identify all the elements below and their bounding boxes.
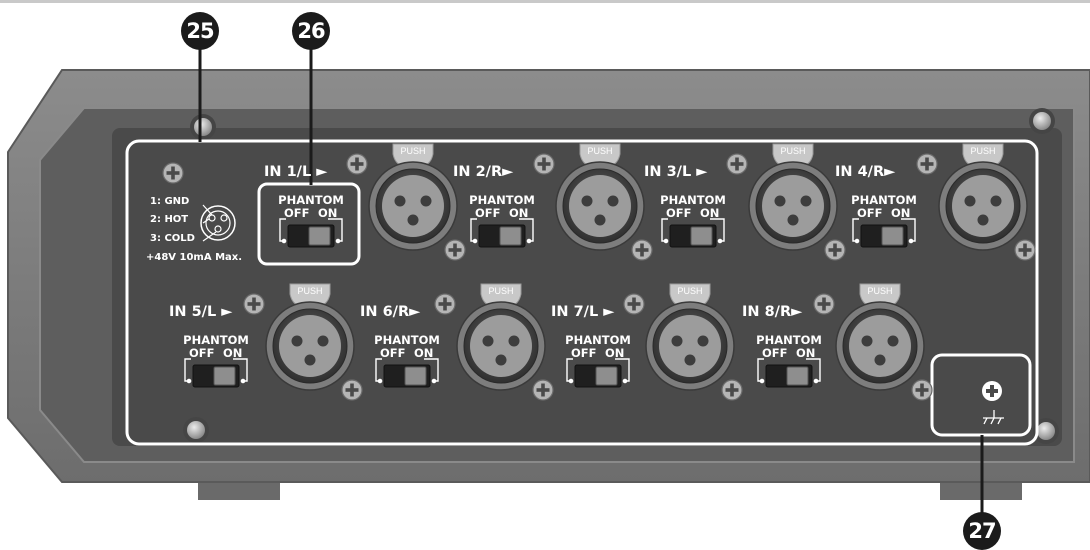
xlr-6-screw-top-plus-icon [434,293,456,315]
xlr-4-push-label: PUSH [970,146,996,156]
xlr-input-2[interactable] [555,161,645,251]
phantom-1-label: PHANTOM [278,193,344,207]
phantom-spec-text: +48V 10mA Max. [146,252,243,263]
xlr-8-push-label: PUSH [867,286,893,296]
phantom-6-off-label: OFF [380,346,406,360]
xlr-1-screw-bottom-plus-icon [444,239,466,261]
phantom-8-off-label: OFF [762,346,788,360]
phantom-3-on-label: ON [700,206,720,220]
phantom-1-on-label: ON [318,206,338,220]
chassis-screw-top-right [1029,108,1055,134]
callout-25: 25 [181,12,219,50]
xlr-5-screw-top-plus-icon [243,293,265,315]
xlr-7-push-label: PUSH [677,286,703,296]
phantom-2-off-label: OFF [475,206,501,220]
channel-1-label: IN 1/L ► [264,164,328,180]
channel-5-label: IN 5/L ► [169,304,233,320]
xlr-5-push-label: PUSH [297,286,323,296]
xlr-input-4[interactable] [938,161,1028,251]
phantom-5-on-label: ON [223,346,243,360]
callout-26: 26 [292,12,330,50]
phantom-switch-4[interactable] [860,224,908,248]
xlr-1-screw-top-plus-icon [346,153,368,175]
xlr-7-screw-bottom-plus-icon [721,379,743,401]
xlr-3-screw-bottom-plus-icon [824,239,846,261]
xlr-input-6[interactable] [456,301,546,391]
xlr-5-screw-bottom-plus-icon [341,379,363,401]
xlr-input-3[interactable] [748,161,838,251]
phantom-switch-3[interactable] [669,224,717,248]
phantom-4-on-label: ON [891,206,911,220]
phantom-switch-5[interactable] [192,364,240,388]
phantom-7-off-label: OFF [571,346,597,360]
phantom-8-label: PHANTOM [756,333,822,347]
foot-left [198,482,280,500]
phantom-switch-8[interactable] [765,364,813,388]
rear-panel-illustration [7,48,1090,514]
channel-7-label: IN 7/L ► [551,304,615,320]
phantom-switch-6[interactable] [383,364,431,388]
xlr-8-screw-bottom-plus-icon [911,379,933,401]
phantom-8-on-label: ON [796,346,816,360]
xlr-4-screw-top-plus-icon [916,153,938,175]
phantom-4-label: PHANTOM [851,193,917,207]
channel-2-label: IN 2/R► [453,164,514,180]
xlr-input-5[interactable] [265,301,355,391]
phantom-4-off-label: OFF [857,206,883,220]
channel-6-label: IN 6/R► [360,304,421,320]
xlr-input-1[interactable] [368,161,458,251]
channel-4-label: IN 4/R► [835,164,896,180]
phantom-3-off-label: OFF [666,206,692,220]
ground-screw-icon [982,381,1002,401]
xlr-3-push-label: PUSH [780,146,806,156]
channel-8-label: IN 8/R► [742,304,803,320]
chassis-screw-bottom-left [183,417,209,443]
pin-legend-cold: 3: COLD [150,233,195,244]
phantom-5-label: PHANTOM [183,333,249,347]
phantom-7-label: PHANTOM [565,333,631,347]
phantom-2-label: PHANTOM [469,193,535,207]
xlr-2-push-label: PUSH [587,146,613,156]
xlr-input-8[interactable] [835,301,925,391]
channel-3-label: IN 3/L ► [644,164,708,180]
phantom-1-off-label: OFF [284,206,310,220]
callout-27: 27 [963,512,1001,550]
xlr-2-screw-top-plus-icon [533,153,555,175]
xlr-7-screw-top-plus-icon [623,293,645,315]
xlr-2-screw-bottom-plus-icon [631,239,653,261]
xlr-6-push-label: PUSH [488,286,514,296]
xlr-4-screw-bottom-plus-icon [1014,239,1036,261]
xlr-6-screw-bottom-plus-icon [532,379,554,401]
pin-legend-hot: 2: HOT [150,214,189,225]
phantom-3-label: PHANTOM [660,193,726,207]
phantom-2-on-label: ON [509,206,529,220]
xlr-input-7[interactable] [645,301,735,391]
phantom-switch-7[interactable] [574,364,622,388]
panel-screw-plus-icon [162,162,184,184]
xlr-3-screw-top-plus-icon [726,153,748,175]
phantom-switch-2[interactable] [478,224,526,248]
phantom-6-on-label: ON [414,346,434,360]
phantom-6-label: PHANTOM [374,333,440,347]
phantom-switch-1[interactable] [287,224,335,248]
xlr-8-screw-top-plus-icon [813,293,835,315]
pin-legend-gnd: 1: GND [150,196,190,207]
phantom-5-off-label: OFF [189,346,215,360]
phantom-7-on-label: ON [605,346,625,360]
chassis-screw-top-left [190,114,216,140]
xlr-1-push-label: PUSH [400,146,426,156]
